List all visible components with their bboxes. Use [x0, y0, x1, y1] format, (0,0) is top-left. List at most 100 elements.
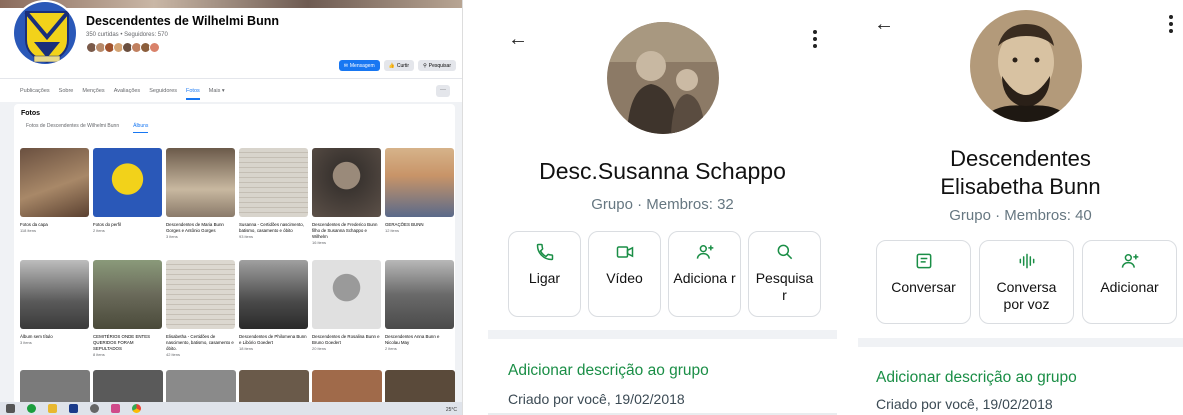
- album-title: Descendentes de Frederico Bunn filho de …: [312, 222, 378, 239]
- page-title: Descendentes de Wilhelmi Bunn: [86, 14, 279, 28]
- album-card[interactable]: GERAÇÕES BUNN 12 itens: [385, 148, 455, 260]
- album-count: 2 itens: [385, 346, 397, 351]
- search-button[interactable]: Pesquisa r: [748, 231, 821, 317]
- start-icon[interactable]: [6, 404, 15, 413]
- tab-reviews[interactable]: Avaliações: [114, 88, 141, 94]
- album-thumbnail: [93, 260, 162, 329]
- add-label: Adiciona r: [673, 270, 736, 286]
- album-card[interactable]: Descendentes de Maria Bunn Gorges e Antô…: [166, 148, 236, 260]
- album-card[interactable]: Descendentes de Frederico Bunn filho de …: [312, 148, 382, 260]
- windows-taskbar: 25°C: [0, 402, 462, 415]
- album-thumbnail: [239, 260, 308, 329]
- album-thumbnail[interactable]: [239, 370, 309, 402]
- album-thumbnail: [166, 148, 235, 217]
- tab-albums[interactable]: Álbuns: [133, 123, 149, 133]
- album-count: 3 itens: [166, 234, 178, 239]
- album-thumbnail[interactable]: [166, 370, 236, 402]
- album-thumbnail[interactable]: [20, 370, 90, 402]
- photos-heading: Fotos: [21, 110, 41, 117]
- video-icon: [616, 246, 633, 258]
- back-arrow-icon[interactable]: ←: [508, 28, 528, 51]
- chat-icon: [916, 253, 931, 269]
- album-count: 12 itens: [385, 228, 400, 233]
- more-vert-icon[interactable]: [1169, 15, 1173, 36]
- album-title: Descendentes Anna Bunn e Nicolau May: [385, 334, 440, 345]
- group-member-count: Grupo · Membros: 32: [591, 196, 734, 213]
- gear-icon[interactable]: [90, 404, 99, 413]
- follower-avatars[interactable]: [86, 42, 160, 53]
- back-arrow-icon[interactable]: ←: [874, 13, 894, 36]
- album-count: 20 itens: [312, 346, 327, 351]
- add-group-description-link[interactable]: Adicionar descrição ao grupo: [876, 369, 1077, 387]
- group-actions: Ligar Vídeo Adiciona r Pesquisa r: [508, 231, 821, 317]
- album-thumbnail: [20, 148, 89, 217]
- album-card[interactable]: Álbum sem título 3 itens: [20, 260, 90, 372]
- album-card[interactable]: Fotos do perfil 2 itens: [93, 148, 163, 260]
- like-button[interactable]: 👍 Curtir: [383, 60, 415, 71]
- folder-icon[interactable]: [48, 404, 57, 413]
- more-vert-icon[interactable]: [813, 30, 817, 51]
- search-button[interactable]: ⚲ Pesquisar: [418, 60, 456, 71]
- album-thumbnail: [385, 148, 454, 217]
- album-card[interactable]: Susanna - Certidões nascimento, batismo,…: [239, 148, 309, 260]
- tab-more[interactable]: Mais ▾: [209, 88, 225, 94]
- album-card[interactable]: Fotos da capa 118 itens: [20, 148, 90, 260]
- add-person-icon: [696, 245, 713, 259]
- call-label: Ligar: [528, 270, 561, 286]
- album-count: 16 itens: [312, 240, 327, 245]
- call-button[interactable]: Ligar: [508, 231, 581, 317]
- tab-mentions[interactable]: Menções: [82, 88, 104, 94]
- add-group-description-link[interactable]: Adicionar descrição ao grupo: [508, 362, 709, 380]
- album-title: Elisabetha - Certidões de nascimento, ba…: [166, 334, 234, 351]
- add-member-button[interactable]: Adiciona r: [668, 231, 741, 317]
- album-count: 2 itens: [93, 228, 105, 233]
- group-photo[interactable]: [607, 22, 719, 134]
- album-title: Descendentes de Maria Bunn Gorges e Antô…: [166, 222, 224, 233]
- tab-about[interactable]: Sobre: [59, 88, 74, 94]
- album-card[interactable]: Descendentes Anna Bunn e Nicolau May 2 i…: [385, 260, 455, 372]
- album-thumbnail[interactable]: [93, 370, 163, 402]
- tab-page-photos[interactable]: Fotos de Descendentes de Wilhelmi Bunn: [26, 123, 119, 133]
- album-title: Susanna - Certidões nascimento, batismo,…: [239, 222, 304, 233]
- message-button[interactable]: ✉ Mensagem: [338, 60, 380, 71]
- album-count: 8 itens: [93, 352, 105, 357]
- add-person-icon: [1121, 254, 1138, 268]
- group-photo[interactable]: [970, 10, 1082, 122]
- group-name: Desc.Susanna Schappo: [539, 158, 786, 184]
- album-card[interactable]: Descendentes de Philomena Bunn e Libório…: [239, 260, 309, 372]
- app-icon[interactable]: [69, 404, 78, 413]
- thumbs-up-icon: 👍: [388, 62, 395, 69]
- album-card[interactable]: Descendentes de Rosalina Bunn e Bruno Go…: [312, 260, 382, 372]
- album-card[interactable]: Elisabetha - Certidões de nascimento, ba…: [166, 260, 236, 372]
- avatar: [149, 42, 160, 53]
- album-title: CEMITÉRIOS ONDE ENTES QUERIDOS FORAM SEP…: [93, 334, 151, 351]
- group-info-susanna: ← Desc.Susanna Schappo Grupo · Membros: …: [488, 0, 837, 415]
- tab-followers[interactable]: Seguidores: [149, 88, 177, 94]
- section-divider: [858, 338, 1183, 347]
- album-thumbnail[interactable]: [312, 370, 382, 402]
- more-options-button[interactable]: ···: [436, 85, 450, 97]
- add-member-button[interactable]: Adicionar: [1082, 240, 1177, 324]
- video-call-button[interactable]: Vídeo: [588, 231, 661, 317]
- tab-photos[interactable]: Fotos: [186, 82, 200, 100]
- album-thumbnail: [312, 148, 381, 217]
- tab-posts[interactable]: Publicações: [20, 88, 50, 94]
- group-created-info: Criado por você, 19/02/2018: [508, 391, 685, 407]
- voice-chat-button[interactable]: Conversa por voz: [979, 240, 1074, 324]
- chat-button[interactable]: Conversar: [876, 240, 971, 324]
- album-card[interactable]: CEMITÉRIOS ONDE ENTES QUERIDOS FORAM SEP…: [93, 260, 163, 372]
- album-count: 118 itens: [20, 228, 36, 233]
- app-icon[interactable]: [111, 404, 120, 413]
- search-icon: [777, 244, 792, 260]
- album-title: Descendentes de Rosalina Bunn e Bruno Go…: [312, 334, 380, 345]
- album-thumbnail: [93, 148, 162, 217]
- group-actions: Conversar Conversa por voz Adicionar: [876, 240, 1177, 324]
- page-profile-picture[interactable]: [12, 0, 78, 66]
- app-icon[interactable]: [27, 404, 36, 413]
- album-thumbnail: [20, 260, 89, 329]
- album-thumbnail: [385, 260, 454, 329]
- messenger-icon: ✉: [343, 62, 348, 69]
- page-tabs: Publicações Sobre Menções Avaliações Seg…: [0, 78, 462, 102]
- album-thumbnail[interactable]: [385, 370, 455, 402]
- chrome-icon[interactable]: [132, 404, 141, 413]
